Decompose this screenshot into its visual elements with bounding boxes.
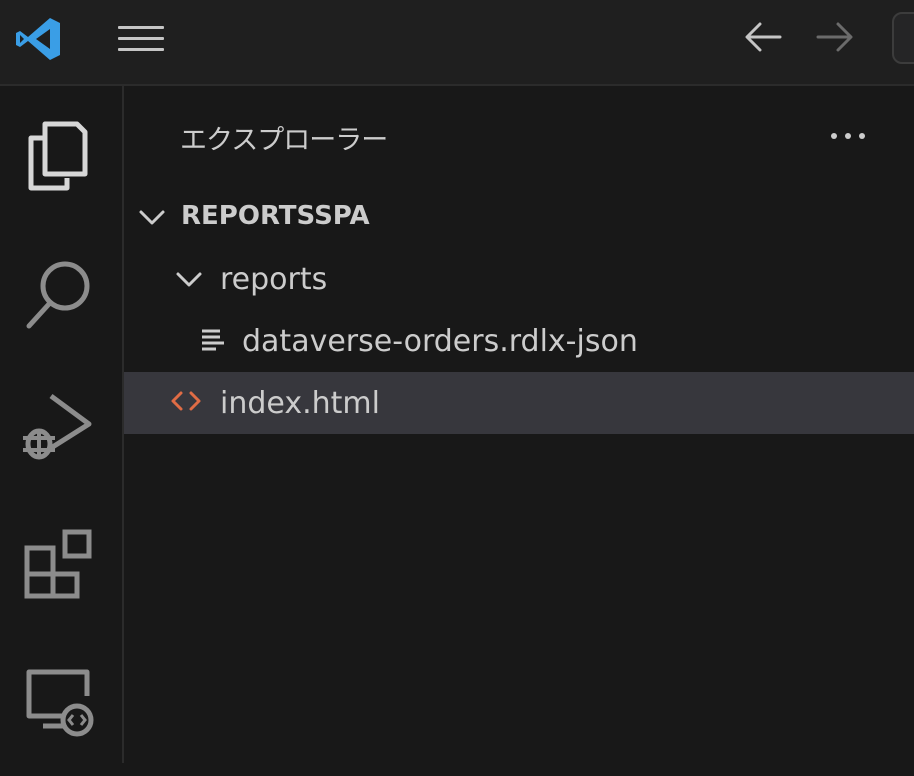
chevron-down-icon — [139, 210, 165, 225]
tree-item-label: index.html — [220, 386, 380, 421]
remote-explorer-icon — [26, 669, 94, 737]
sidebar-title: エクスプローラー — [180, 125, 388, 156]
activity-explorer[interactable] — [0, 86, 122, 216]
tree-file-index-html[interactable]: index.html — [124, 372, 914, 434]
file-text-icon — [202, 329, 224, 351]
tree-folder-reports[interactable]: reports — [124, 248, 914, 310]
workspace-folder-header[interactable]: REPORTSSPA — [124, 186, 914, 248]
application-menu-button[interactable] — [114, 16, 168, 60]
workspace-name: REPORTSSPA — [181, 201, 370, 231]
ellipsis-icon — [831, 133, 865, 139]
html-code-icon — [171, 391, 201, 411]
arrow-left-icon — [745, 22, 782, 52]
go-forward-button[interactable] — [812, 14, 858, 60]
activity-extensions[interactable] — [0, 516, 122, 646]
arrow-right-icon — [816, 22, 853, 52]
tree-item-label: dataverse-orders.rdlx-json — [242, 324, 638, 359]
activity-search[interactable] — [0, 236, 122, 366]
extensions-icon — [24, 529, 92, 599]
go-back-button[interactable] — [740, 14, 786, 60]
activity-remote-explorer[interactable] — [0, 646, 122, 776]
search-icon — [26, 261, 90, 329]
tree-file-rdlx-json[interactable]: dataverse-orders.rdlx-json — [124, 310, 914, 372]
command-center[interactable] — [892, 12, 914, 64]
activity-bar — [0, 86, 124, 763]
vscode-logo-icon — [16, 18, 60, 60]
activity-run-debug[interactable] — [0, 376, 122, 506]
title-bar — [0, 0, 914, 86]
tree-item-label: reports — [220, 262, 328, 297]
more-actions-button[interactable] — [824, 116, 872, 156]
explorer-sidebar: エクスプローラー REPORTSSPA reports dataverse-or… — [124, 86, 914, 763]
run-debug-icon — [23, 393, 92, 460]
hamburger-menu-icon — [118, 26, 164, 51]
files-icon — [28, 121, 88, 191]
chevron-down-icon — [176, 272, 202, 287]
